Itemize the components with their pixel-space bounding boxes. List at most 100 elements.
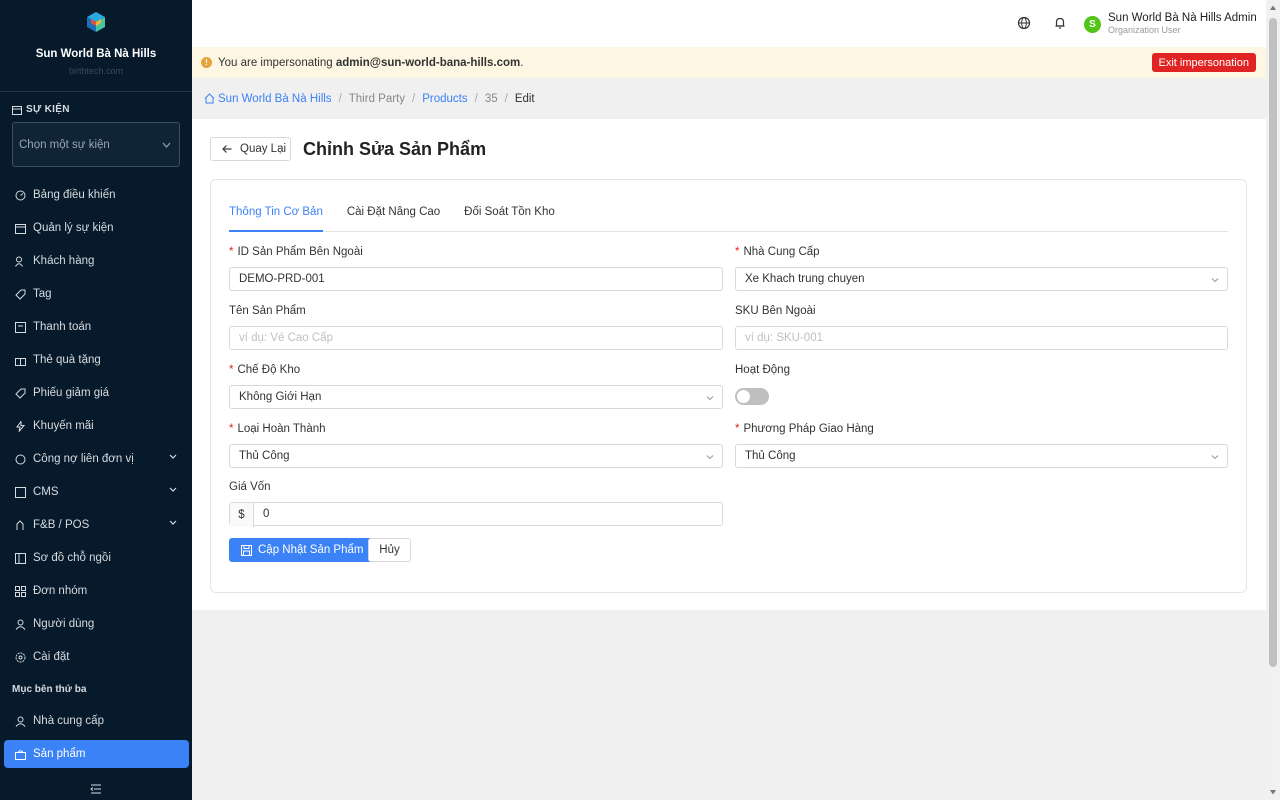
tag-icon [14, 289, 25, 300]
chevron-down-icon [162, 142, 171, 148]
delivery-method-label: * Phương Pháp Giao Hàng [735, 423, 874, 435]
sidebar-item-dashboard[interactable]: Bảng điều khiển [4, 181, 189, 209]
gift-icon [14, 357, 26, 366]
sidebar-item-settings[interactable]: Cài đặt [4, 643, 189, 671]
inventory-mode-select[interactable]: Không Giới Hạn [229, 385, 723, 409]
chevron-down-icon [169, 454, 177, 459]
tab-advanced-settings[interactable]: Cài Đặt Nâng Cao [347, 206, 440, 232]
scroll-up-icon[interactable] [1269, 4, 1277, 12]
sidebar-item-inter-unit-debt[interactable]: Công nợ liên đơn vị [4, 445, 189, 473]
product-form-card: Thông Tin Cơ Bản Cài Đặt Nâng Cao Đối So… [210, 179, 1247, 593]
fulfillment-type-select[interactable]: Thủ Công [229, 444, 723, 468]
breadcrumb-products[interactable]: Products [422, 93, 467, 105]
pos-icon [16, 519, 23, 530]
flash-icon [15, 420, 25, 432]
product-icon [14, 749, 26, 760]
external-id-label: * ID Sản Phẩm Bên Ngoài [229, 246, 363, 258]
impersonated-email: admin@sun-world-bana-hills.com [335, 56, 521, 69]
breadcrumb: Sun World Bà Nà Hills / Third Party / Pr… [192, 78, 1266, 119]
sidebar-item-product[interactable]: Sản phẩm [4, 740, 189, 768]
user-role: Organization User [1108, 25, 1181, 35]
breadcrumb-third-party: Third Party [348, 92, 406, 105]
breadcrumb-current: Edit [514, 92, 535, 105]
menu-collapse-icon[interactable] [90, 783, 102, 795]
fulfillment-type-label: * Loại Hoàn Thành [229, 423, 326, 435]
external-id-input[interactable]: DEMO-PRD-001 [229, 267, 723, 291]
product-name-label: Tên Sản Phẩm [229, 305, 306, 317]
cms-icon [14, 486, 26, 498]
globe-icon[interactable] [1017, 16, 1031, 30]
update-product-button[interactable]: Cập Nhật Sản Phẩm [229, 538, 375, 562]
cost-price-input[interactable]: $ 0 [229, 502, 723, 527]
user-name[interactable]: Sun World Bà Nà Hills Admin [1108, 12, 1257, 24]
arrow-left-icon [222, 145, 232, 153]
calendar-icon [12, 105, 22, 115]
settings-icon [15, 652, 25, 662]
sidebar-item-tag[interactable]: Tag [4, 280, 189, 308]
sidebar-item-group-order[interactable]: Đơn nhóm [4, 577, 189, 605]
page-title: Chỉnh Sửa Sản Phẩm [303, 139, 487, 159]
active-toggle[interactable] [735, 388, 769, 405]
sidebar-item-payment[interactable]: Thanh toán [4, 313, 189, 341]
breadcrumb-product-id: 35 [484, 92, 498, 105]
sidebar-item-customers[interactable]: Khách hàng [4, 247, 189, 275]
active-label: Hoạt Động [735, 364, 790, 376]
sidebar-item-users[interactable]: Người dùng [4, 610, 189, 638]
event-section-title: SỰ KIỆN [12, 104, 70, 115]
sidebar-item-events[interactable]: Quản lý sự kiện [4, 214, 189, 242]
supplier-icon [15, 716, 25, 727]
external-sku-label: SKU Bên Ngoài [735, 305, 816, 317]
topbar: S Sun World Bà Nà Hills Admin Organizati… [192, 0, 1266, 47]
supplier-label: * Nhà Cung Cấp [735, 246, 820, 258]
delivery-method-select[interactable]: Thủ Công [735, 444, 1228, 468]
user-icon [15, 619, 25, 630]
home-icon[interactable] [204, 93, 215, 104]
bell-icon[interactable] [1053, 16, 1067, 30]
sidebar-item-fnb-pos[interactable]: F&B / POS [4, 511, 189, 539]
sidebar: Sun World Bà Nà Hills birthtech.com SỰ K… [0, 0, 192, 800]
external-sku-input[interactable]: ví dụ: SKU-001 [735, 326, 1228, 350]
event-select-placeholder: Chọn một sự kiện [19, 138, 110, 151]
chevron-down-icon [1211, 455, 1219, 460]
tab-bar: Thông Tin Cơ Bản Cài Đặt Nâng Cao Đối So… [229, 206, 1228, 232]
seatmap-icon [14, 552, 26, 564]
brand: Sun World Bà Nà Hills birthtech.com [0, 0, 192, 92]
avatar[interactable]: S [1084, 16, 1101, 33]
cost-price-label: Giá Vốn [229, 481, 271, 493]
product-name-input[interactable]: ví dụ: Vé Cao Cấp [229, 326, 723, 350]
chevron-down-icon [169, 487, 177, 492]
sidebar-item-supplier[interactable]: Nhà cung cấp [4, 707, 189, 735]
coupon-icon [14, 388, 25, 399]
users-icon [14, 256, 23, 267]
currency-prefix: $ [230, 503, 254, 527]
dashboard-icon [15, 190, 25, 200]
tab-basic-info[interactable]: Thông Tin Cơ Bản [229, 206, 323, 232]
debt-icon [15, 454, 25, 464]
chevron-down-icon [169, 520, 177, 525]
calendar-icon [14, 223, 26, 234]
impersonation-message: You are impersonating admin@sun-world-ba… [218, 56, 524, 69]
sidebar-item-cms[interactable]: CMS [4, 478, 189, 506]
supplier-select[interactable]: Xe Khach trung chuyen [735, 267, 1228, 291]
tab-inventory-reconciliation[interactable]: Đối Soát Tồn Kho [464, 206, 555, 232]
event-select[interactable]: Chọn một sự kiện [12, 122, 180, 167]
save-icon [241, 544, 252, 556]
exit-impersonation-button[interactable]: Exit impersonation [1151, 53, 1256, 72]
scroll-thumb[interactable] [1269, 18, 1277, 667]
scroll-down-icon[interactable] [1269, 788, 1277, 796]
impersonation-banner: ! You are impersonating admin@sun-world-… [192, 47, 1266, 78]
cancel-button[interactable]: Hủy [368, 538, 411, 562]
breadcrumb-home[interactable]: Sun World Bà Nà Hills [218, 93, 332, 105]
warning-icon: ! [201, 57, 212, 68]
sidebar-item-gift-card[interactable]: Thẻ quà tặng [4, 346, 189, 374]
main-content: Quay Lại Chỉnh Sửa Sản Phẩm Thông Tin Cơ… [192, 119, 1266, 610]
sidebar-item-seat-map[interactable]: Sơ đồ chỗ ngồi [4, 544, 189, 572]
inventory-mode-label: * Chế Độ Kho [229, 364, 301, 376]
back-button[interactable]: Quay Lại [210, 137, 291, 161]
brand-name: Sun World Bà Nà Hills [35, 48, 157, 60]
chevron-down-icon [706, 396, 714, 401]
chevron-down-icon [706, 455, 714, 460]
sidebar-item-coupon[interactable]: Phiếu giảm giá [4, 379, 189, 407]
page-scrollbar[interactable] [1266, 0, 1280, 800]
sidebar-item-promotion[interactable]: Khuyến mãi [4, 412, 189, 440]
